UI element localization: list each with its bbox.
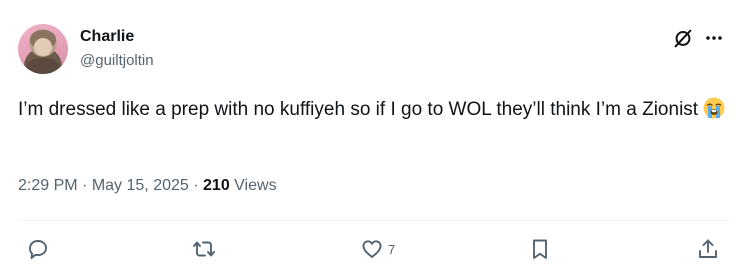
divider bbox=[18, 220, 729, 221]
like-count: 7 bbox=[388, 241, 396, 257]
reply-icon bbox=[29, 240, 47, 259]
bookmark-button[interactable] bbox=[528, 236, 552, 262]
meta-separator: · bbox=[82, 177, 88, 194]
meta-separator: · bbox=[193, 177, 199, 194]
tweet-text: I’m dressed like a prep with no kuffiyeh… bbox=[18, 99, 699, 120]
heart-icon bbox=[362, 240, 382, 258]
author-avatar[interactable] bbox=[18, 24, 68, 74]
share-button[interactable] bbox=[696, 236, 720, 262]
tweet-time[interactable]: 2:29 PM bbox=[18, 177, 78, 194]
reply-button[interactable] bbox=[26, 236, 50, 262]
avatar-face bbox=[34, 38, 52, 56]
like-button[interactable]: 7 bbox=[360, 236, 395, 262]
views-label: Views bbox=[234, 177, 277, 194]
loudly-crying-face-icon bbox=[703, 97, 725, 119]
share-icon bbox=[699, 239, 717, 258]
bookmark-icon bbox=[533, 239, 547, 259]
author-display-name[interactable]: Charlie bbox=[80, 27, 134, 47]
more-icon[interactable] bbox=[704, 28, 724, 48]
tweet-meta: 2:29 PM · May 15, 2025 · 210 Views bbox=[18, 176, 277, 196]
retweet-icon bbox=[193, 241, 215, 257]
views-count: 210 bbox=[203, 177, 230, 194]
tweet-body: I’m dressed like a prep with no kuffiyeh… bbox=[18, 96, 728, 123]
retweet-button[interactable] bbox=[192, 236, 216, 262]
tweet-date[interactable]: May 15, 2025 bbox=[92, 177, 189, 194]
author-handle[interactable]: @guiltjoltin bbox=[80, 51, 154, 71]
avatar-body bbox=[26, 58, 60, 74]
grok-icon[interactable] bbox=[672, 27, 694, 49]
